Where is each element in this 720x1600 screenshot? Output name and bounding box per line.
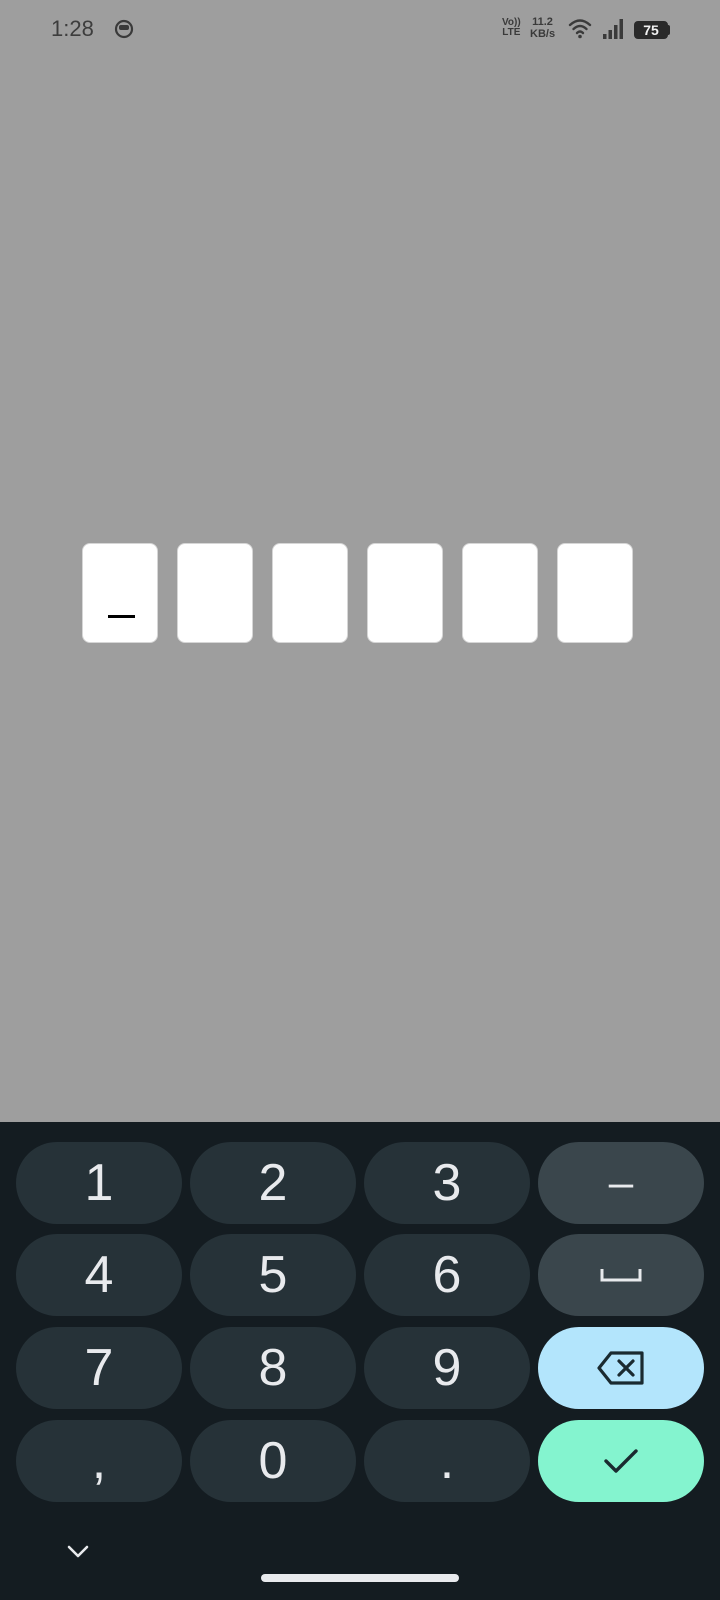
otp-digit-6[interactable] xyxy=(557,543,633,643)
otp-digit-1[interactable] xyxy=(82,543,158,643)
space-icon xyxy=(600,1269,642,1282)
enter-key[interactable] xyxy=(538,1420,704,1502)
hide-keyboard-chevron-down-icon[interactable] xyxy=(66,1542,90,1560)
battery-cap xyxy=(667,25,670,35)
wifi-icon xyxy=(568,19,592,39)
checkmark-icon xyxy=(604,1449,638,1473)
otp-digit-3[interactable] xyxy=(272,543,348,643)
status-bar: 1:28 Vo)) LTE 11.2 KB/s 75 xyxy=(0,0,720,60)
numeric-keyboard: 1 2 3 – 4 5 6 7 8 9 , 0 . xyxy=(0,1122,720,1600)
status-time: 1:28 xyxy=(51,16,94,41)
key-7[interactable]: 7 xyxy=(16,1327,182,1409)
lte-label: LTE xyxy=(502,27,521,38)
backspace-key[interactable] xyxy=(538,1327,704,1409)
network-speed-value: 11.2 xyxy=(532,16,553,28)
space-key[interactable] xyxy=(538,1234,704,1316)
key-dash[interactable]: – xyxy=(538,1142,704,1224)
battery-level: 75 xyxy=(643,22,659,38)
otp-digit-5[interactable] xyxy=(462,543,538,643)
network-speed: 11.2 KB/s xyxy=(530,16,555,40)
key-6[interactable]: 6 xyxy=(364,1234,530,1316)
key-4[interactable]: 4 xyxy=(16,1234,182,1316)
otp-input-row xyxy=(82,543,633,643)
key-comma[interactable]: , xyxy=(16,1420,182,1502)
network-speed-unit: KB/s xyxy=(530,28,556,40)
key-9[interactable]: 9 xyxy=(364,1327,530,1409)
battery-icon: 75 xyxy=(634,21,668,39)
otp-digit-2[interactable] xyxy=(177,543,253,643)
otp-digit-4[interactable] xyxy=(367,543,443,643)
key-1[interactable]: 1 xyxy=(16,1142,182,1224)
backspace-icon xyxy=(597,1351,644,1385)
volte-indicator: Vo)) LTE xyxy=(502,18,521,38)
app-notification-icon xyxy=(114,19,134,39)
key-8[interactable]: 8 xyxy=(190,1327,356,1409)
key-period[interactable]: . xyxy=(364,1420,530,1502)
key-0[interactable]: 0 xyxy=(190,1420,356,1502)
text-cursor xyxy=(108,615,135,618)
key-5[interactable]: 5 xyxy=(190,1234,356,1316)
cellular-signal-icon xyxy=(603,19,623,39)
key-2[interactable]: 2 xyxy=(190,1142,356,1224)
home-gesture-bar[interactable] xyxy=(261,1574,459,1582)
key-3[interactable]: 3 xyxy=(364,1142,530,1224)
